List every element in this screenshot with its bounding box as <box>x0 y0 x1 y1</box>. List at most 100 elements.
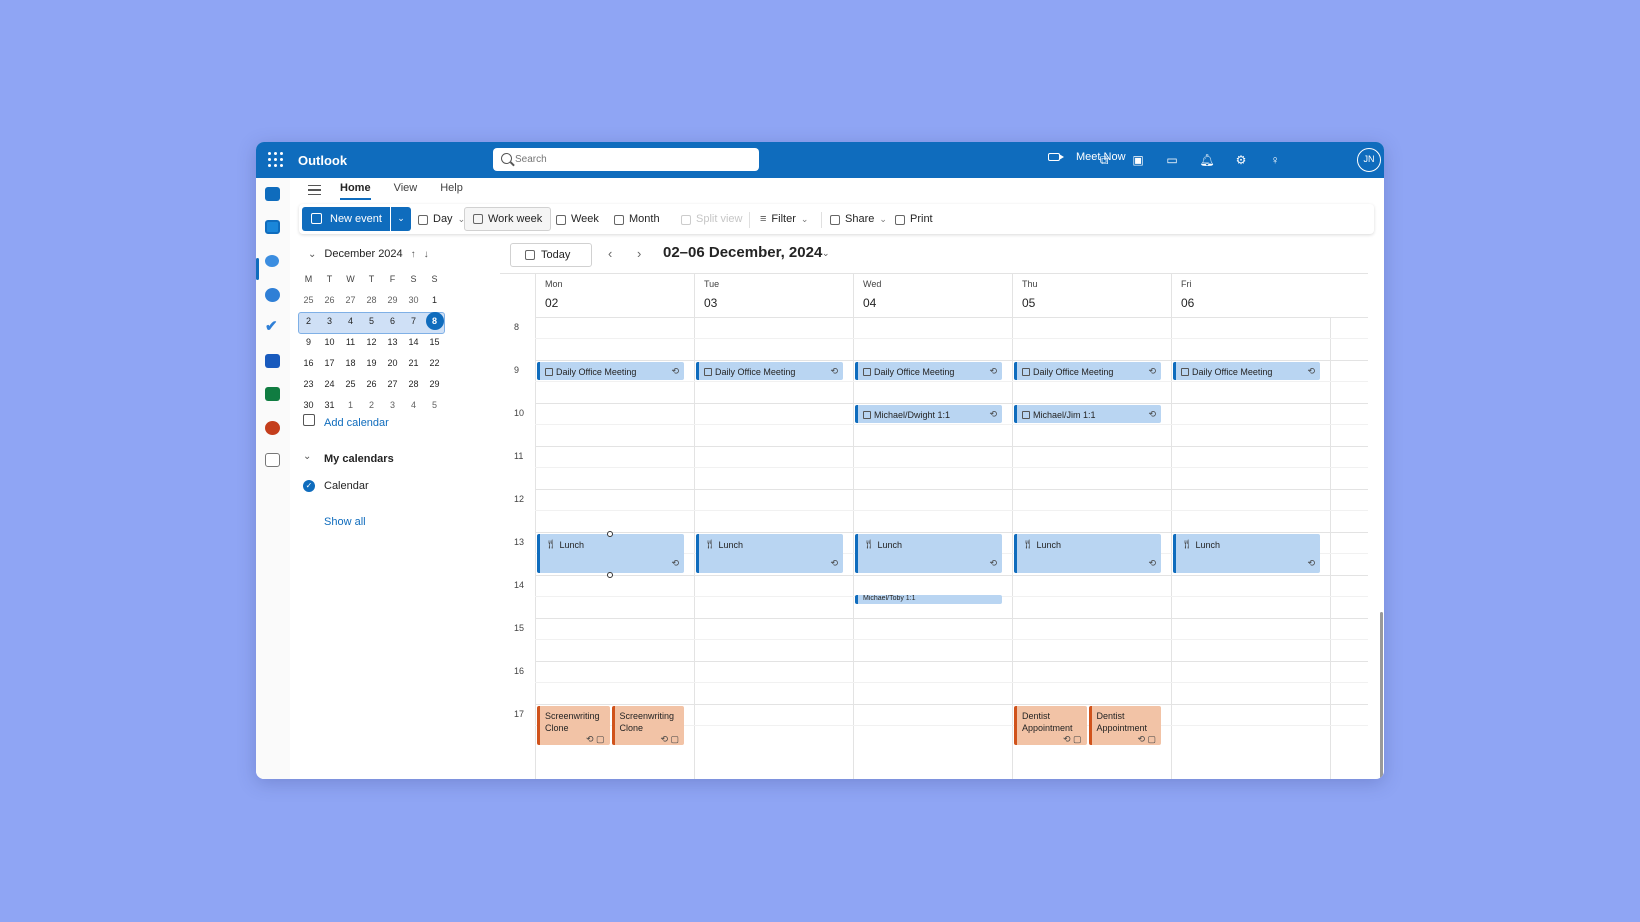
mini-calendar-day[interactable]: 13 <box>382 337 403 347</box>
mini-calendar-day[interactable]: 30 <box>403 295 424 305</box>
mini-calendar-day[interactable]: 4 <box>340 316 361 326</box>
mini-calendar-day[interactable]: 9 <box>298 337 319 347</box>
event-lunch[interactable]: 🍴︎ Lunch ⟲ <box>696 534 843 573</box>
mini-calendar-day[interactable]: 12 <box>361 337 382 347</box>
event-dentist-appointment[interactable]: Dentist Appointment ⟲ ▢ <box>1088 706 1161 745</box>
scrollbar[interactable] <box>1380 612 1383 779</box>
day-header[interactable]: Tue 03 <box>694 274 853 317</box>
event-daily-office-meeting[interactable]: Daily Office Meeting ⟲ <box>855 362 1002 380</box>
mini-calendar-day[interactable]: 3 <box>319 316 340 326</box>
people-icon[interactable] <box>265 255 279 267</box>
mini-calendar-day[interactable]: 26 <box>361 379 382 389</box>
mini-calendar-day[interactable]: 11 <box>340 337 361 347</box>
chevron-down-icon[interactable]: ⌄ <box>308 249 316 260</box>
event-daily-office-meeting[interactable]: Daily Office Meeting ⟲ <box>537 362 684 380</box>
next-week-arrow-icon[interactable]: › <box>637 246 641 261</box>
resize-handle-bottom[interactable] <box>607 572 613 578</box>
previous-week-arrow-icon[interactable]: ‹ <box>608 246 612 261</box>
month-view-button[interactable]: Month <box>614 211 660 228</box>
mini-calendar-day[interactable]: 2 <box>298 316 319 326</box>
day-header[interactable]: Mon 02 <box>535 274 694 317</box>
day-header[interactable]: Fri 06 <box>1171 274 1330 317</box>
mini-calendar-day[interactable]: 24 <box>319 379 340 389</box>
mini-calendar-day[interactable]: 20 <box>382 358 403 368</box>
mini-calendar-day[interactable]: 21 <box>403 358 424 368</box>
meet-now-button[interactable]: Meet Now <box>1048 151 1126 163</box>
mini-calendar-day[interactable]: 3 <box>382 400 403 410</box>
mini-calendar-day[interactable]: 28 <box>403 379 424 389</box>
new-event-dropdown[interactable]: ⌄ <box>391 207 411 231</box>
mini-calendar-day[interactable]: 23 <box>298 379 319 389</box>
search-box[interactable] <box>493 148 759 171</box>
mail-icon[interactable] <box>265 187 280 201</box>
mini-calendar-day[interactable]: 7 <box>403 316 424 326</box>
event-daily-office-meeting[interactable]: Daily Office Meeting ⟲ <box>1173 362 1320 380</box>
event-michael-dwight[interactable]: Michael/Dwight 1:1 ⟲ <box>855 405 1002 423</box>
add-calendar-link[interactable]: Add calendar <box>324 417 389 429</box>
mini-calendar-day[interactable]: 29 <box>424 379 445 389</box>
show-all-link[interactable]: Show all <box>324 516 366 528</box>
arrow-down-icon[interactable]: ↓ <box>424 249 429 260</box>
mini-calendar-day[interactable]: 27 <box>340 295 361 305</box>
search-input[interactable] <box>515 151 745 168</box>
mini-calendar-day[interactable]: 15 <box>424 337 445 347</box>
word-icon[interactable] <box>265 354 280 368</box>
event-screenwriting-clone[interactable]: Screenwriting Clone ⟲ ▢ <box>537 706 610 745</box>
mini-calendar-day[interactable]: 28 <box>361 295 382 305</box>
mini-calendar-day[interactable]: 31 <box>319 400 340 410</box>
mini-calendar-day[interactable]: 26 <box>319 295 340 305</box>
new-event-button[interactable]: New event <box>302 207 390 231</box>
day-view-button[interactable]: Day ⌄ <box>418 211 465 228</box>
calendar-check-icon[interactable]: ✓ <box>303 480 315 492</box>
chevron-down-icon[interactable]: ⌄ <box>822 248 830 259</box>
bell-icon[interactable]: 🔔︎ <box>1199 152 1215 168</box>
event-lunch[interactable]: 🍴︎ Lunch ⟲ <box>855 534 1002 573</box>
mini-calendar-day[interactable]: 6 <box>382 316 403 326</box>
teams-icon[interactable]: ⧉ <box>1096 152 1112 168</box>
mini-calendar-day[interactable]: 2 <box>361 400 382 410</box>
mini-calendar-day[interactable]: 4 <box>403 400 424 410</box>
mini-calendar-day[interactable]: 25 <box>340 379 361 389</box>
app-launcher-icon[interactable] <box>268 152 284 168</box>
chevron-down-icon[interactable]: ⌄ <box>303 451 311 462</box>
event-lunch[interactable]: 🍴︎ Lunch ⟲ <box>1014 534 1161 573</box>
mini-calendar-day[interactable]: 19 <box>361 358 382 368</box>
event-daily-office-meeting[interactable]: Daily Office Meeting ⟲ <box>1014 362 1161 380</box>
mini-calendar-day[interactable]: 14 <box>403 337 424 347</box>
mini-calendar-day[interactable]: 29 <box>382 295 403 305</box>
mini-calendar-day[interactable]: 8 <box>425 311 444 330</box>
share-button[interactable]: Share ⌄ <box>830 211 887 228</box>
event-lunch[interactable]: 🍴︎ Lunch ⟲ <box>537 534 684 573</box>
mini-calendar-day[interactable]: 5 <box>361 316 382 326</box>
event-michael-jim[interactable]: Michael/Jim 1:1 ⟲ <box>1014 405 1161 423</box>
event-michael-toby[interactable]: Michael/Toby 1:1 <box>855 595 1002 604</box>
outlook-icon[interactable]: ▣ <box>1130 152 1146 168</box>
tab-home[interactable]: Home <box>340 182 371 200</box>
filter-button[interactable]: ≡ Filter ⌄ <box>760 211 808 228</box>
gear-icon[interactable]: ⚙ <box>1233 152 1249 168</box>
calendar-item[interactable]: Calendar <box>324 480 369 492</box>
mini-calendar-title[interactable]: December 2024 <box>324 248 402 260</box>
mini-calendar-day[interactable]: 30 <box>298 400 319 410</box>
event-dentist-appointment[interactable]: Dentist Appointment ⟲ ▢ <box>1014 706 1087 745</box>
mini-calendar-day[interactable]: 5 <box>424 400 445 410</box>
day-header[interactable]: Wed 04 <box>853 274 1012 317</box>
mini-calendar-day[interactable]: 17 <box>319 358 340 368</box>
excel-icon[interactable] <box>265 387 280 401</box>
my-calendars-heading[interactable]: My calendars <box>324 453 394 465</box>
mini-calendar-day[interactable]: 1 <box>340 400 361 410</box>
today-button[interactable]: Today <box>510 243 592 267</box>
mini-calendar-day[interactable]: 16 <box>298 358 319 368</box>
avatar[interactable]: JN <box>1357 148 1381 172</box>
mini-calendar-day[interactable]: 27 <box>382 379 403 389</box>
date-range-title[interactable]: 02–06 December, 2024 <box>663 244 822 261</box>
more-apps-icon[interactable] <box>265 453 280 467</box>
week-view-button[interactable]: Week <box>556 211 599 228</box>
app-name[interactable]: Outlook <box>298 153 347 168</box>
mini-calendar-day[interactable]: 18 <box>340 358 361 368</box>
work-week-view-button[interactable]: Work week <box>464 207 552 231</box>
event-lunch[interactable]: 🍴︎ Lunch ⟲ <box>1173 534 1320 573</box>
arrow-up-icon[interactable]: ↑ <box>411 249 416 260</box>
lightbulb-icon[interactable]: ♀ <box>1267 152 1283 168</box>
mini-calendar-day[interactable]: 1 <box>424 295 445 305</box>
